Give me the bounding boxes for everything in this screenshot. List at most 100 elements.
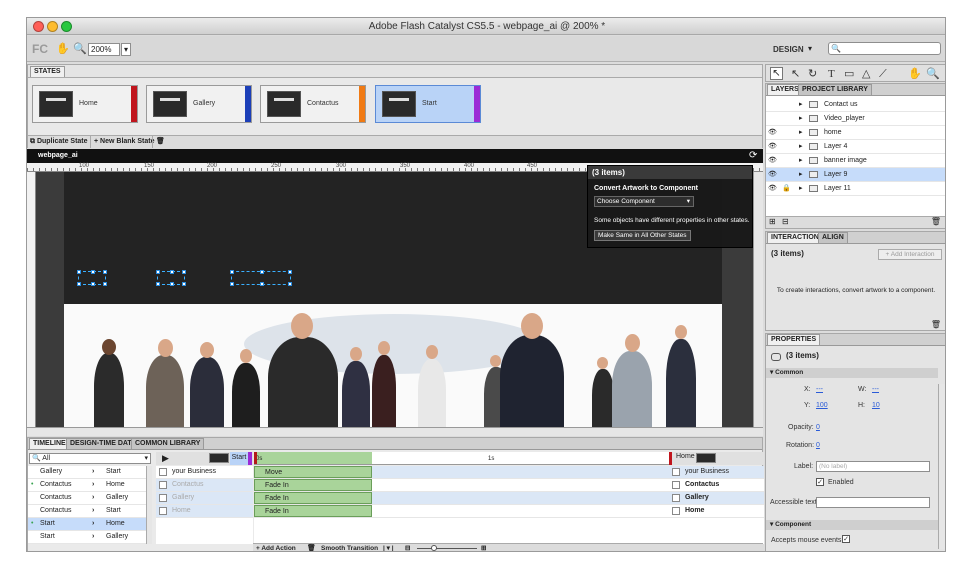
layer-row[interactable]: 👁 ▸ banner image [766, 154, 945, 168]
add-action-button[interactable]: + Add Action [256, 544, 296, 551]
timeline-zoom-slider[interactable] [417, 545, 477, 551]
selected-object-3[interactable] [230, 270, 292, 286]
layer-row[interactable]: 👁 ▸ home [766, 126, 945, 140]
properties-scrollbar[interactable] [938, 384, 945, 549]
workspace-switcher[interactable]: DESIGN [773, 45, 804, 54]
component-section-header[interactable]: ▾ Component [766, 520, 938, 530]
w-value[interactable]: --- [872, 386, 879, 393]
hand-tool-icon[interactable]: ✋ [908, 68, 922, 80]
zoom-tool-icon[interactable]: 🔍 [926, 68, 940, 80]
layer-row[interactable]: 👁 ▸ Layer 9 [766, 168, 945, 182]
layer-row[interactable]: ▸ Contact us [766, 98, 945, 112]
h-value[interactable]: 10 [872, 402, 880, 409]
from-state-object-row[interactable]: Home [156, 505, 253, 518]
state-contactus[interactable]: Contactus [260, 85, 366, 123]
delete-action-icon[interactable]: 🗑 [307, 544, 316, 551]
object-checkbox[interactable] [672, 468, 680, 476]
expand-arrow-icon[interactable]: ▸ [799, 126, 803, 139]
slider-thumb[interactable] [431, 545, 437, 551]
playhead[interactable] [254, 452, 257, 464]
state-home[interactable]: Home [32, 85, 138, 123]
canvas-horizontal-scrollbar[interactable] [27, 427, 763, 436]
canvas-vertical-scrollbar[interactable] [753, 172, 763, 427]
to-state-object-row[interactable]: Gallery [669, 492, 764, 505]
line-tool-icon[interactable]: ⟋ [879, 68, 887, 80]
from-state-object-row[interactable]: Gallery [156, 492, 253, 505]
design-time-data-tab[interactable]: DESIGN-TIME DATA [66, 438, 141, 449]
rotate-tool-icon[interactable]: ↻ [808, 68, 817, 80]
label-input[interactable]: (No label) [816, 461, 930, 472]
rectangle-tool-icon[interactable]: ▭ [844, 68, 854, 80]
selected-object-1[interactable] [77, 270, 107, 286]
visibility-eye-icon[interactable]: 👁 [768, 154, 777, 167]
make-same-button[interactable]: Make Same in All Other States [594, 230, 691, 241]
state-transition-row[interactable]: Contactus › Gallery [28, 492, 146, 505]
states-tab[interactable]: STATES [30, 66, 65, 77]
direct-select-tool-icon[interactable]: ↖ [791, 68, 800, 80]
zoom-in-timeline-icon[interactable]: ⊞ [481, 544, 486, 551]
visibility-eye-icon[interactable]: 👁 [768, 168, 777, 181]
common-library-tab[interactable]: COMMON LIBRARY [131, 438, 205, 449]
to-state-object-row[interactable]: Contactus [669, 479, 764, 492]
visibility-eye-icon[interactable]: 👁 [768, 182, 777, 195]
hand-tool-icon[interactable]: ✋ [56, 43, 70, 55]
state-transition-row[interactable]: • Contactus › Home [28, 479, 146, 492]
state-transition-row[interactable]: Gallery › Start [28, 466, 146, 479]
expand-arrow-icon[interactable]: ▸ [799, 98, 803, 111]
effect-bar[interactable]: Fade In [254, 492, 372, 504]
rotation-value[interactable]: 0 [816, 442, 820, 449]
common-section-header[interactable]: ▾ Common [766, 368, 938, 378]
effect-bar[interactable]: Fade In [254, 479, 372, 491]
timeline-filter[interactable]: 🔍 All ▾ [29, 453, 151, 464]
object-checkbox[interactable] [672, 507, 680, 515]
visibility-eye-icon[interactable]: 👁 [768, 126, 777, 139]
to-state-object-row[interactable]: your Business [669, 466, 764, 479]
delete-layer-icon[interactable]: 🗑 [931, 217, 941, 226]
layer-row[interactable]: 👁 ▸ Layer 4 [766, 140, 945, 154]
object-checkbox[interactable] [672, 481, 680, 489]
close-window-button[interactable] [33, 21, 44, 32]
transitions-scrollbar[interactable] [146, 466, 152, 544]
delete-interaction-icon[interactable]: 🗑 [931, 320, 941, 329]
zoom-tool-icon[interactable]: 🔍 [73, 43, 87, 55]
new-layer-icon[interactable]: ⊞ [769, 217, 776, 226]
add-interaction-button[interactable]: + Add Interaction [878, 249, 942, 260]
search-input[interactable]: 🔍 [828, 42, 941, 55]
object-checkbox[interactable] [159, 468, 167, 476]
expand-arrow-icon[interactable]: ▸ [799, 154, 803, 167]
properties-tab[interactable]: PROPERTIES [767, 334, 821, 345]
choose-component-select[interactable]: Choose Component ▾ [594, 196, 694, 207]
align-tab[interactable]: ALIGN [818, 232, 848, 243]
object-checkbox[interactable] [159, 494, 167, 502]
effect-bar[interactable]: Move [254, 466, 372, 478]
zoom-dropdown-button[interactable]: ▾ [121, 43, 131, 56]
x-value[interactable]: --- [816, 386, 823, 393]
new-sublayer-icon[interactable]: ⊟ [782, 217, 789, 226]
state-start[interactable]: Start [375, 85, 481, 123]
zoom-window-button[interactable] [61, 21, 72, 32]
y-value[interactable]: 100 [816, 402, 828, 409]
triangle-tool-icon[interactable]: △ [862, 68, 870, 80]
mouse-events-checkbox[interactable]: ✓ [842, 535, 850, 543]
smooth-transition-button[interactable]: Smooth Transition [321, 544, 378, 551]
from-state-object-row[interactable]: your Business [156, 466, 253, 479]
object-checkbox[interactable] [159, 507, 167, 515]
refresh-icon[interactable]: ⟳ [749, 150, 757, 161]
state-transition-row[interactable]: Contactus › Start [28, 505, 146, 518]
text-tool-icon[interactable]: T [828, 68, 835, 80]
expand-arrow-icon[interactable]: ▸ [799, 140, 803, 153]
delete-state-icon[interactable]: 🗑 [152, 136, 165, 148]
from-state-object-row[interactable]: Contactus [156, 479, 253, 492]
state-gallery[interactable]: Gallery [146, 85, 252, 123]
zoom-out-timeline-icon[interactable]: ⊟ [405, 544, 410, 551]
zoom-level-field[interactable]: 200% [88, 43, 120, 56]
selection-tool-icon[interactable]: ↖ [770, 67, 783, 80]
to-state-object-row[interactable]: Home [669, 505, 764, 518]
smooth-options-icon[interactable]: | ▾ | [383, 544, 394, 551]
workspace-dropdown-icon[interactable]: ▾ [808, 44, 812, 53]
state-transition-row[interactable]: Start › Gallery [28, 531, 146, 544]
expand-arrow-icon[interactable]: ▸ [799, 182, 803, 195]
expand-arrow-icon[interactable]: ▸ [799, 168, 803, 181]
effect-bar[interactable]: Fade In [254, 505, 372, 517]
accessible-text-input[interactable] [816, 497, 930, 508]
